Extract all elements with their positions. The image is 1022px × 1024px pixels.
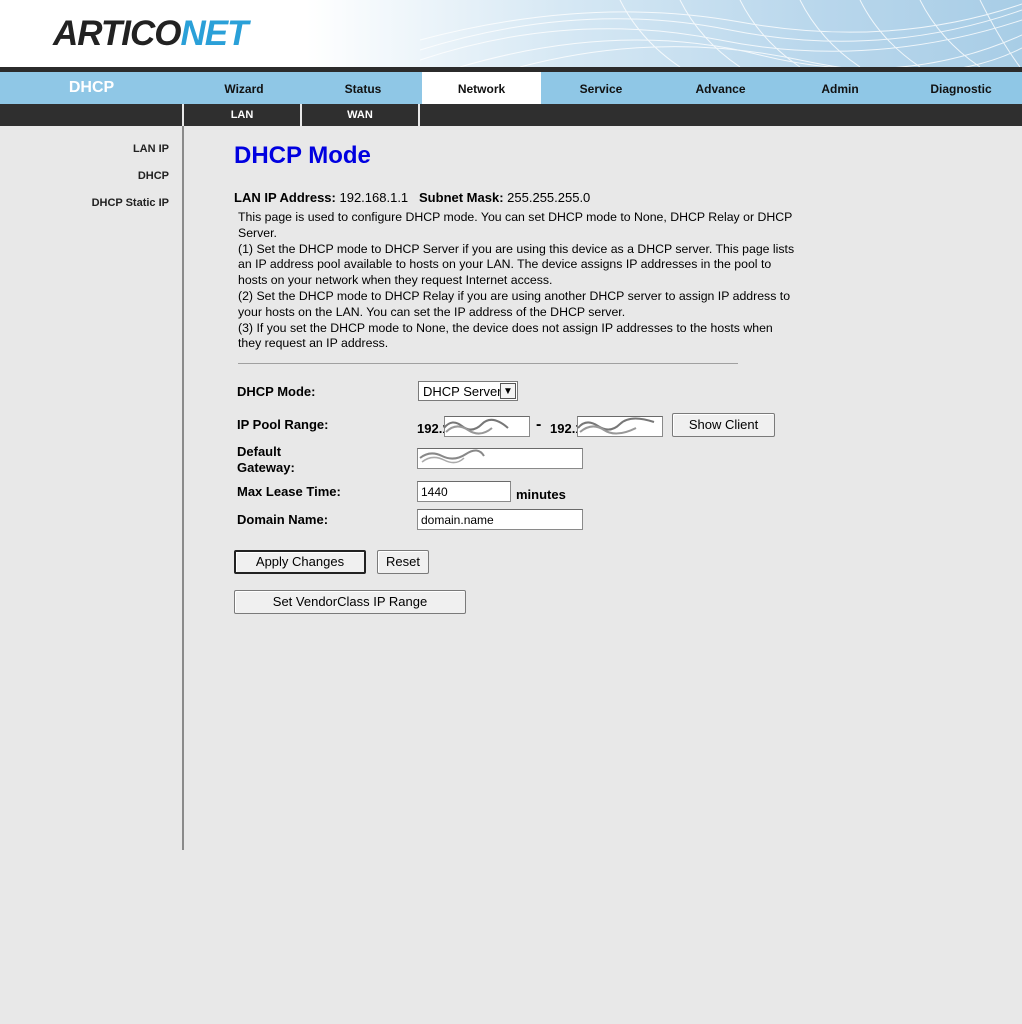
- tab-advance[interactable]: Advance: [661, 72, 780, 104]
- tab-diagnostic[interactable]: Diagnostic: [900, 72, 1022, 104]
- subnet-mask-label: Subnet Mask:: [419, 190, 504, 205]
- description-line: (3) If you set the DHCP mode to None, th…: [238, 320, 773, 335]
- lan-info-line: LAN IP Address: 192.168.1.1 Subnet Mask:…: [234, 190, 590, 205]
- decorative-mesh-graphic: [420, 0, 1022, 67]
- tab-network[interactable]: Network: [422, 72, 541, 104]
- sidebar-item-dhcp[interactable]: DHCP: [138, 170, 169, 182]
- page-title: DHCP Mode: [234, 142, 371, 169]
- ip-pool-range-label: IP Pool Range:: [237, 417, 329, 432]
- chevron-down-icon: ▼: [500, 383, 516, 399]
- show-client-button[interactable]: Show Client: [672, 413, 775, 437]
- apply-changes-button[interactable]: Apply Changes: [234, 550, 366, 574]
- redaction-scribble: [419, 449, 485, 464]
- redaction-scribble: [443, 418, 509, 435]
- domain-name-label: Domain Name:: [237, 512, 329, 527]
- main-nav: DHCP Wizard Status Network Service Advan…: [0, 72, 1022, 104]
- header-banner: ARTICONET: [0, 0, 1022, 67]
- sidebar-item-lan-ip[interactable]: LAN IP: [133, 143, 169, 155]
- section-title: DHCP: [0, 72, 183, 104]
- subnet-mask-value: 255.255.255.0: [507, 190, 591, 205]
- articonet-logo: ARTICONET: [53, 14, 249, 54]
- domain-name-input[interactable]: [417, 509, 583, 530]
- minutes-unit-label: minutes: [516, 487, 566, 502]
- description-line: hosts on your network when they request …: [238, 273, 553, 288]
- default-gateway-label-line1: Default: [237, 444, 282, 459]
- default-gateway-label-line2: Gateway:: [237, 460, 295, 475]
- description-line: This page is used to configure DHCP mode…: [238, 210, 793, 224]
- dhcp-mode-selected-value: DHCP Server: [423, 384, 502, 399]
- tab-service[interactable]: Service: [541, 72, 661, 104]
- description-line: they request an IP address.: [238, 336, 389, 351]
- lan-ip-value: 192.168.1.1: [339, 190, 409, 205]
- sidebar-item-dhcp-static-ip[interactable]: DHCP Static IP: [92, 197, 169, 209]
- reset-button[interactable]: Reset: [377, 550, 429, 574]
- section-divider: [238, 363, 738, 364]
- pool-range-dash: -: [536, 416, 542, 433]
- tab-status[interactable]: Status: [304, 72, 422, 104]
- max-lease-time-label: Max Lease Time:: [237, 484, 341, 499]
- description-line: your hosts on the LAN. You can set the I…: [238, 304, 626, 319]
- page-description: This page is used to configure DHCP mode…: [238, 210, 834, 352]
- subtab-lan[interactable]: LAN: [184, 104, 300, 126]
- dhcp-mode-label: DHCP Mode:: [237, 384, 316, 399]
- max-lease-time-input[interactable]: [417, 481, 511, 502]
- dhcp-mode-select[interactable]: DHCP Server ▼: [418, 381, 518, 401]
- set-vendorclass-ip-range-button[interactable]: Set VendorClass IP Range: [234, 590, 466, 614]
- sub-nav: LAN WAN: [0, 104, 1022, 126]
- lan-ip-label: LAN IP Address:: [234, 190, 336, 205]
- sidebar: LAN IP DHCP DHCP Static IP: [0, 126, 184, 850]
- description-line: (1) Set the DHCP mode to DHCP Server if …: [238, 241, 795, 256]
- tab-admin[interactable]: Admin: [780, 72, 900, 104]
- description-line: (2) Set the DHCP mode to DHCP Relay if y…: [238, 288, 791, 303]
- logo-text-part1: ARTICO: [53, 14, 182, 53]
- description-line: Server.: [238, 225, 277, 240]
- redaction-scribble: [577, 417, 655, 435]
- subtab-wan[interactable]: WAN: [302, 104, 418, 126]
- logo-text-part2: NET: [180, 14, 249, 53]
- subnav-divider: [418, 104, 420, 126]
- description-line: an IP address pool available to hosts on…: [238, 257, 772, 272]
- tab-wizard[interactable]: Wizard: [184, 72, 304, 104]
